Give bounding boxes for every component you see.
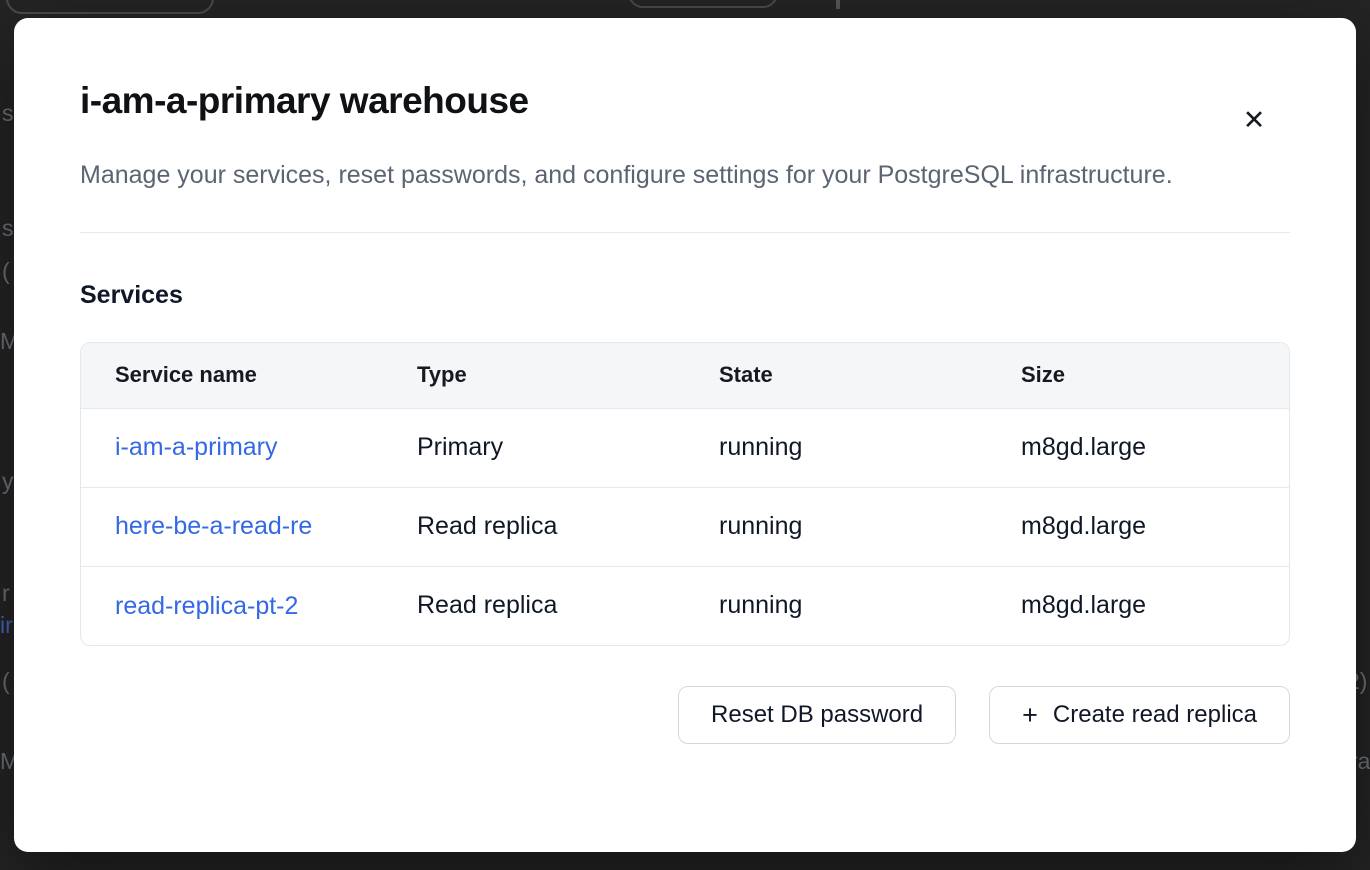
divider (80, 232, 1290, 233)
services-table: Service name Type State Size i-am-a-prim… (80, 342, 1290, 646)
reset-db-password-label: Reset DB password (711, 701, 923, 729)
column-header-state: State (685, 343, 987, 408)
service-type-cell: Read replica (383, 487, 685, 566)
background-text-fragment: s (2, 215, 14, 242)
service-state-cell: running (685, 408, 987, 487)
column-header-service-name: Service name (81, 343, 383, 408)
background-button-fragment (6, 0, 214, 14)
dialog-title: i-am-a-primary warehouse (80, 80, 1290, 122)
service-size-cell: m8gd.large (987, 487, 1289, 566)
service-link[interactable]: here-be-a-read-re (115, 512, 312, 541)
dialog-description: Manage your services, reset passwords, a… (80, 154, 1230, 196)
background-text-fragment: ( (2, 668, 10, 695)
dialog-actions: Reset DB password + Create read replica (80, 686, 1290, 744)
service-name-cell: here-be-a-read-re (81, 487, 383, 566)
service-link[interactable]: i-am-a-primary (115, 433, 278, 462)
warehouse-dialog: i-am-a-primary warehouse ✕ Manage your s… (14, 18, 1356, 852)
table-header-row: Service name Type State Size (81, 343, 1289, 408)
service-name-cell: read-replica-pt-2 (81, 566, 383, 645)
column-header-size: Size (987, 343, 1289, 408)
service-type-cell: Read replica (383, 566, 685, 645)
service-type-cell: Primary (383, 408, 685, 487)
service-size-cell: m8gd.large (987, 408, 1289, 487)
plus-icon: + (1022, 702, 1038, 729)
create-read-replica-button[interactable]: + Create read replica (989, 686, 1290, 744)
column-header-type: Type (383, 343, 685, 408)
background-button-fragment (628, 0, 778, 8)
service-link[interactable]: read-replica-pt-2 (115, 592, 298, 621)
background-text-fragment: r (2, 580, 10, 607)
services-heading: Services (80, 281, 1290, 310)
service-state-cell: running (685, 566, 987, 645)
table-row: i-am-a-primary Primary running m8gd.larg… (81, 408, 1289, 487)
service-name-cell: i-am-a-primary (81, 408, 383, 487)
create-read-replica-label: Create read replica (1053, 701, 1257, 729)
reset-db-password-button[interactable]: Reset DB password (678, 686, 956, 744)
close-button[interactable]: ✕ (1234, 100, 1274, 140)
background-fragment (836, 0, 840, 9)
table-row: read-replica-pt-2 Read replica running m… (81, 566, 1289, 645)
service-size-cell: m8gd.large (987, 566, 1289, 645)
service-state-cell: running (685, 487, 987, 566)
background-text-fragment: ( (2, 258, 10, 285)
background-text-fragment: y (2, 468, 14, 495)
close-icon: ✕ (1243, 107, 1266, 134)
table-row: here-be-a-read-re Read replica running m… (81, 487, 1289, 566)
background-link-fragment: ir (0, 612, 13, 639)
